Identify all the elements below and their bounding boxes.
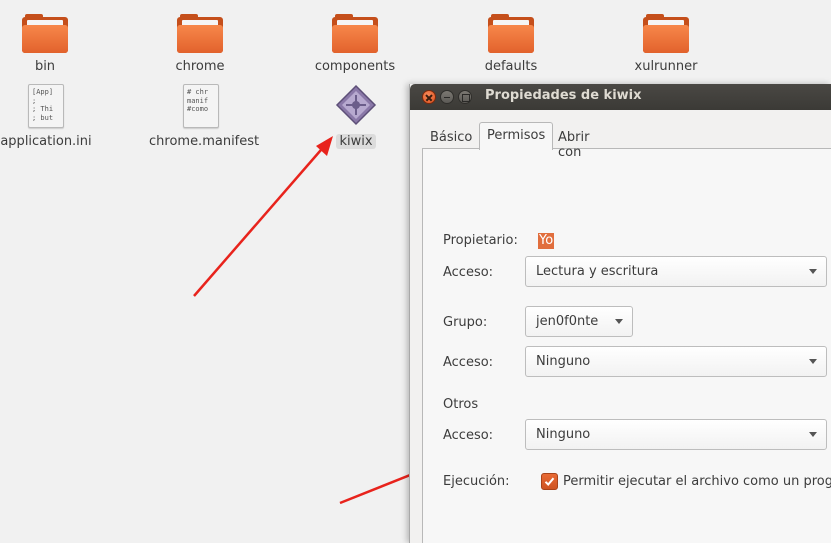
file-label: chrome.manifest <box>149 134 260 149</box>
tab-abrir-con[interactable]: Abrir con <box>550 124 597 160</box>
execute-checkbox-label[interactable]: Permitir ejecutar el archivo como un pro… <box>563 474 831 489</box>
permissions-panel: Propietario: Yo Acceso: Lectura y escrit… <box>422 148 831 543</box>
chevron-down-icon <box>615 319 623 324</box>
preview-line: #como <box>187 105 209 113</box>
execution-label: Ejecución: <box>443 474 510 489</box>
group-access-combo[interactable]: Ninguno <box>525 346 827 377</box>
preview-line: ; Thi <box>32 105 54 113</box>
group-combo[interactable]: jen0f0nte <box>525 306 633 337</box>
arrow-to-kiwix <box>193 136 333 297</box>
dialog-title: Propiedades de kiwix <box>485 88 642 103</box>
folder-icon <box>488 14 534 53</box>
minimize-window-button[interactable] <box>440 90 454 104</box>
chevron-down-icon <box>809 359 817 364</box>
file-application-ini[interactable]: [App] ; ; Thi ; but application.ini <box>0 84 101 149</box>
owner-label: Propietario: <box>443 233 518 248</box>
file-label: kiwix <box>336 134 376 149</box>
group-label: Grupo: <box>443 315 488 330</box>
owner-access-label: Acceso: <box>443 265 494 280</box>
folder-icon <box>22 14 68 53</box>
group-access-value: Ninguno <box>536 354 591 369</box>
checkmark-icon <box>544 477 555 486</box>
others-label: Otros <box>443 397 479 412</box>
tab-permisos[interactable]: Permisos <box>479 122 554 150</box>
maximize-window-button[interactable] <box>458 90 472 104</box>
folder-label: components <box>314 59 396 74</box>
folder-label: bin <box>34 59 56 74</box>
others-access-combo[interactable]: Ninguno <box>525 419 827 450</box>
owner-access-combo[interactable]: Lectura y escritura <box>525 256 827 287</box>
tab-basico[interactable]: Básico <box>422 124 480 149</box>
executable-icon <box>334 84 378 128</box>
preview-line: [App] <box>32 88 54 96</box>
folder-icon <box>643 14 689 53</box>
folder-chrome[interactable]: chrome <box>145 14 255 74</box>
close-window-button[interactable] <box>422 90 436 104</box>
others-access-value: Ninguno <box>536 427 591 442</box>
preview-line: ; but <box>32 113 54 122</box>
folder-label: defaults <box>484 59 538 74</box>
text-file-icon: # chr manif #como <box>183 84 219 128</box>
preview-line: # chr <box>187 88 209 96</box>
folder-label: chrome <box>175 59 225 74</box>
folder-components[interactable]: components <box>300 14 410 74</box>
folder-defaults[interactable]: defaults <box>456 14 566 74</box>
group-value: jen0f0nte <box>536 314 599 329</box>
folder-icon <box>332 14 378 53</box>
dialog-titlebar[interactable]: Propiedades de kiwix <box>410 84 831 110</box>
group-access-label: Acceso: <box>443 355 494 370</box>
folder-xulrunner[interactable]: xulrunner <box>611 14 721 74</box>
folder-bin[interactable]: bin <box>0 14 100 74</box>
folder-label: xulrunner <box>634 59 698 74</box>
text-file-icon: [App] ; ; Thi ; but <box>28 84 64 128</box>
preview-line: manif <box>187 96 209 105</box>
others-access-label: Acceso: <box>443 428 494 443</box>
owner-access-value: Lectura y escritura <box>536 264 659 279</box>
file-label: application.ini <box>0 134 92 149</box>
desktop: bin chrome components defaults xulrunner… <box>0 0 831 543</box>
folder-icon <box>177 14 223 53</box>
chevron-down-icon <box>809 269 817 274</box>
preview-line: ; <box>32 96 37 105</box>
properties-dialog: Propiedades de kiwix Propietario: Yo Acc… <box>409 84 831 543</box>
file-kiwix[interactable]: kiwix <box>301 84 411 149</box>
file-chrome-manifest[interactable]: # chr manif #como chrome.manifest <box>146 84 259 149</box>
execute-checkbox[interactable] <box>541 473 558 490</box>
chevron-down-icon <box>809 432 817 437</box>
owner-value: Yo <box>538 233 555 249</box>
